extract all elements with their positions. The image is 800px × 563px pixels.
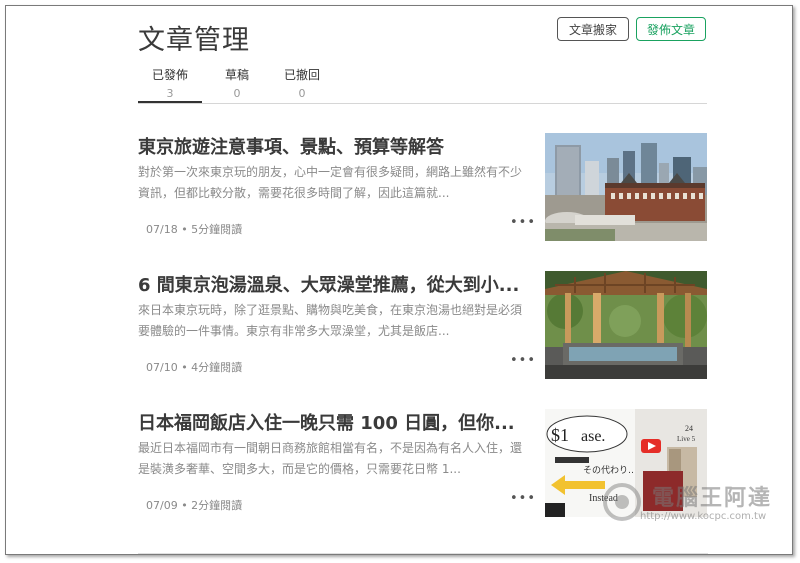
article-excerpt: 最近日本福岡市有一間朝日商務旅館相當有名，不是因為有名人入住，還是裝潢多奢華、空… (138, 441, 523, 476)
thumb-price-text: $1 (551, 425, 569, 445)
article-excerpt: 來日本東京玩時，除了逛景點、購物與吃美食，在東京泡湯也絕對是必須要體驗的一件事情… (138, 303, 523, 338)
watermark-logo-icon (603, 483, 641, 521)
article-title[interactable]: 日本福岡飯店入住一晚只需 100 日圓，但你... (138, 409, 530, 435)
tab-drafts[interactable]: 草稿 0 (204, 66, 270, 102)
thumb-caption-text: その代わり… (583, 465, 637, 476)
tab-count: 0 (233, 87, 241, 100)
status-tabs: 已發佈 3 草稿 0 已撤回 0 (138, 66, 707, 104)
list-divider (138, 553, 708, 554)
thumb-side-text-2: Live 5 (677, 435, 696, 443)
tab-count: 0 (298, 87, 306, 100)
page-title: 文章管理 (138, 25, 250, 56)
tab-label: 已發佈 (151, 68, 188, 82)
tokyo-cityscape-image (545, 133, 707, 241)
more-options-icon[interactable]: ••• (510, 353, 536, 368)
tab-published[interactable]: 已發佈 3 (138, 66, 202, 103)
article-meta: 07/18 • 5分鐘閱讀 (146, 223, 243, 236)
watermark-url: http://www.kocpc.com.tw (640, 511, 767, 522)
article-title[interactable]: 6 間東京泡湯溫泉、大眾澡堂推薦，從大到小... (138, 271, 530, 297)
more-options-icon[interactable]: ••• (510, 215, 536, 230)
article-excerpt: 對於第一次來東京玩的朋友，心中一定會有很多疑問，網路上雖然有不少資訊，但都比較分… (138, 165, 523, 200)
tab-label: 已撤回 (283, 68, 320, 82)
publish-article-button[interactable]: 發佈文章 (636, 17, 706, 41)
tab-withdrawn[interactable]: 已撤回 0 (270, 66, 334, 102)
move-articles-button[interactable]: 文章搬家 (557, 17, 629, 41)
tab-count: 3 (166, 87, 174, 100)
article-meta: 07/09 • 2分鐘閱讀 (146, 499, 243, 512)
article-title[interactable]: 東京旅遊注意事項、景點、預算等解答 (138, 133, 530, 159)
tab-label: 草稿 (224, 68, 249, 82)
watermark-text: 電腦王阿達 (652, 486, 773, 511)
article-meta: 07/10 • 4分鐘閱讀 (146, 361, 243, 374)
thumb-side-text-1: 24 (685, 424, 693, 433)
hot-spring-image (545, 271, 707, 379)
more-options-icon[interactable]: ••• (510, 491, 536, 506)
article-item[interactable]: 6 間東京泡湯溫泉、大眾澡堂推薦，從大到小... 來日本東京玩時，除了逛景點、購… (138, 271, 708, 379)
article-thumbnail[interactable] (545, 133, 707, 241)
article-item[interactable]: 東京旅遊注意事項、景點、預算等解答 對於第一次來東京玩的朋友，心中一定會有很多疑… (138, 133, 708, 241)
site-watermark: 電腦王阿達 http://www.kocpc.com.tw (600, 478, 790, 528)
article-thumbnail[interactable] (545, 271, 707, 379)
thumb-word-text: ase. (581, 428, 605, 445)
